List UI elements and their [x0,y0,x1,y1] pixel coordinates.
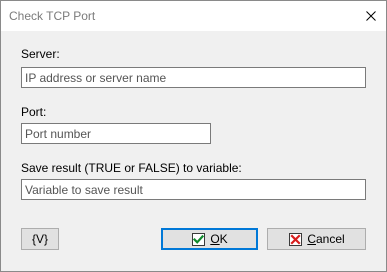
cancel-button[interactable]: Cancel [267,228,366,250]
title-bar: Check TCP Port [1,1,386,31]
server-input[interactable] [21,67,366,88]
server-label: Server: [21,47,60,61]
window-title: Check TCP Port [9,9,96,23]
variables-button-label: {V} [31,232,49,246]
port-label: Port: [21,105,47,119]
form-area: Server: Port: Save result (TRUE or FALSE… [1,31,386,211]
port-input[interactable] [21,123,211,144]
ok-button[interactable]: OK [161,228,258,250]
red-x-icon [288,232,302,246]
result-variable-label: Save result (TRUE or FALSE) to variable: [21,161,242,175]
cancel-button-label: Cancel [307,232,345,246]
close-icon [366,11,376,21]
green-check-icon [191,232,205,246]
result-variable-input[interactable] [21,179,366,200]
close-button[interactable] [356,1,386,31]
variables-button[interactable]: {V} [21,228,59,250]
ok-button-label: OK [210,232,228,246]
button-bar: {V} OK Cancel [1,211,386,271]
dialog-window: Check TCP Port Server: Port: Save result… [0,0,387,272]
